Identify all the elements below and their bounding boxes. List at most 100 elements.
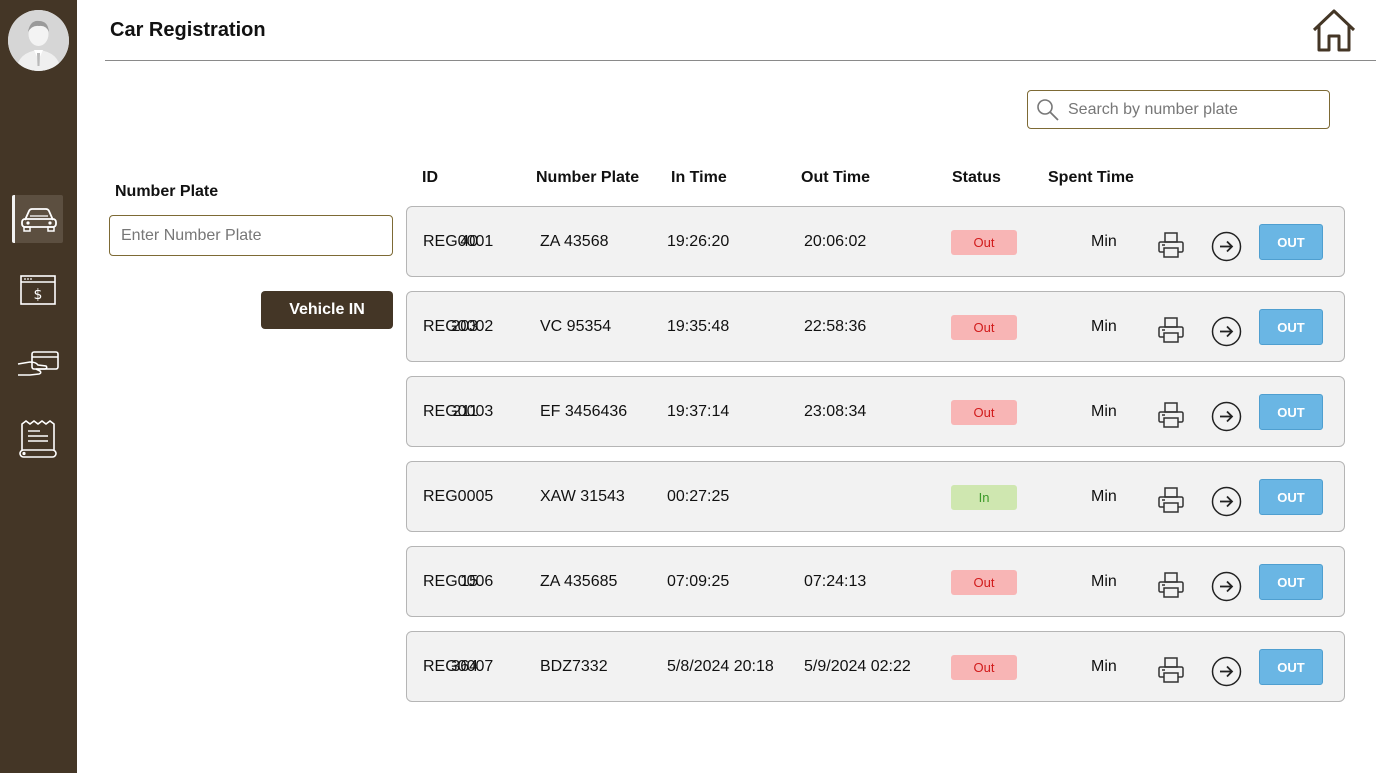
column-header-out-time: Out Time — [801, 169, 871, 186]
status-badge: In — [951, 485, 1017, 510]
row-min-unit: Min — [1091, 318, 1117, 335]
print-button[interactable] — [1157, 401, 1185, 429]
out-button[interactable]: OUT — [1259, 224, 1323, 260]
print-button[interactable] — [1157, 571, 1185, 599]
row-out-time: 22:58:36 — [804, 318, 867, 335]
row-in-time: 19:26:20 — [667, 233, 730, 250]
out-button[interactable]: OUT — [1259, 649, 1323, 685]
search-input[interactable] — [1066, 99, 1320, 120]
table-row: REG0001 ZA 43568 19:26:20 20:06:02 Out 4… — [406, 206, 1345, 277]
details-button[interactable] — [1211, 231, 1242, 262]
printer-icon — [1158, 572, 1184, 598]
home-icon — [1312, 9, 1356, 52]
page-title: Car Registration — [110, 19, 266, 41]
printer-icon — [1158, 317, 1184, 343]
vehicle-in-button[interactable]: Vehicle IN — [261, 291, 393, 329]
table-row: REG0003 EF 3456436 19:37:14 23:08:34 Out… — [406, 376, 1345, 447]
status-badge: Out — [951, 400, 1017, 425]
print-button[interactable] — [1157, 656, 1185, 684]
column-header-status: Status — [952, 169, 1001, 186]
status-badge: Out — [951, 655, 1017, 680]
details-button[interactable] — [1211, 401, 1242, 432]
row-id: REG0005 — [423, 488, 494, 505]
sidebar-item-car-registration[interactable] — [12, 195, 63, 243]
row-spent-time: 211 — [452, 403, 478, 420]
print-button[interactable] — [1157, 486, 1185, 514]
row-id: REG0006 — [423, 573, 494, 590]
column-header-spent-time: Spent Time — [1048, 169, 1134, 186]
table-row: REG0007 BDZ7332 5/8/2024 20:18 5/9/2024 … — [406, 631, 1345, 702]
table-row: REG0006 ZA 435685 07:09:25 07:24:13 Out … — [406, 546, 1345, 617]
printer-icon — [1158, 487, 1184, 513]
out-button[interactable]: OUT — [1259, 394, 1323, 430]
row-plate: ZA 43568 — [540, 233, 609, 250]
status-badge: Out — [951, 230, 1017, 255]
row-plate: XAW 31543 — [540, 488, 625, 505]
card-payment-icon — [17, 351, 59, 376]
row-out-time: 20:06:02 — [804, 233, 867, 250]
out-button[interactable]: OUT — [1259, 564, 1323, 600]
status-badge: Out — [951, 570, 1017, 595]
sidebar-item-receipts[interactable] — [12, 415, 63, 463]
receipt-icon — [18, 420, 57, 458]
row-plate: VC 95354 — [540, 318, 612, 335]
status-badge: Out — [951, 315, 1017, 340]
row-in-time: 00:27:25 — [667, 488, 730, 505]
dollar-bill-icon: $ — [19, 275, 56, 305]
out-button[interactable]: OUT — [1259, 309, 1323, 345]
column-header-id: ID — [422, 169, 438, 186]
number-plate-input[interactable] — [109, 215, 393, 256]
row-spent-time: 40 — [460, 233, 478, 250]
row-min-unit: Min — [1091, 403, 1117, 420]
row-min-unit: Min — [1091, 233, 1117, 250]
row-plate: ZA 435685 — [540, 573, 618, 590]
car-icon — [21, 208, 57, 232]
user-avatar-icon — [8, 10, 69, 71]
details-button[interactable] — [1211, 571, 1242, 602]
row-out-time: 5/9/2024 02:22 — [804, 658, 911, 675]
search-icon — [1037, 98, 1059, 121]
table-row: REG0002 VC 95354 19:35:48 22:58:36 Out 2… — [406, 291, 1345, 362]
row-id: REG0001 — [423, 233, 494, 250]
printer-icon — [1158, 402, 1184, 428]
row-in-time: 5/8/2024 20:18 — [667, 658, 774, 675]
printer-icon — [1158, 657, 1184, 683]
details-button[interactable] — [1211, 316, 1242, 347]
header-divider — [105, 60, 1376, 61]
row-min-unit: Min — [1091, 573, 1117, 590]
arrow-right-circle-icon — [1211, 231, 1242, 262]
arrow-right-circle-icon — [1211, 486, 1242, 517]
row-in-time: 07:09:25 — [667, 573, 730, 590]
home-button[interactable] — [1311, 8, 1357, 54]
column-header-number-plate: Number Plate — [536, 169, 640, 186]
row-min-unit: Min — [1091, 658, 1117, 675]
row-spent-time: 203 — [451, 318, 478, 335]
arrow-right-circle-icon — [1211, 656, 1242, 687]
out-button[interactable]: OUT — [1259, 479, 1323, 515]
arrow-right-circle-icon — [1211, 316, 1242, 347]
row-in-time: 19:35:48 — [667, 318, 730, 335]
sidebar-item-card-payment[interactable] — [12, 341, 63, 389]
search-box — [1027, 90, 1330, 129]
sidebar: $ — [0, 0, 77, 773]
row-plate: EF 3456436 — [540, 403, 628, 420]
row-spent-time: 364 — [451, 658, 478, 675]
table-row: REG0005 XAW 31543 00:27:25 In Min OUT — [406, 461, 1345, 532]
number-plate-label: Number Plate — [115, 183, 219, 200]
printer-icon — [1158, 232, 1184, 258]
details-button[interactable] — [1211, 656, 1242, 687]
avatar[interactable] — [8, 10, 69, 71]
row-plate: BDZ7332 — [540, 658, 608, 675]
print-button[interactable] — [1157, 231, 1185, 259]
row-min-unit: Min — [1091, 488, 1117, 505]
row-spent-time: 15 — [460, 573, 478, 590]
row-out-time: 23:08:34 — [804, 403, 867, 420]
details-button[interactable] — [1211, 486, 1242, 517]
svg-text:$: $ — [33, 287, 42, 303]
arrow-right-circle-icon — [1211, 401, 1242, 432]
arrow-right-circle-icon — [1211, 571, 1242, 602]
sidebar-item-payments[interactable]: $ — [12, 266, 63, 314]
row-in-time: 19:37:14 — [667, 403, 730, 420]
row-out-time: 07:24:13 — [804, 573, 867, 590]
print-button[interactable] — [1157, 316, 1185, 344]
